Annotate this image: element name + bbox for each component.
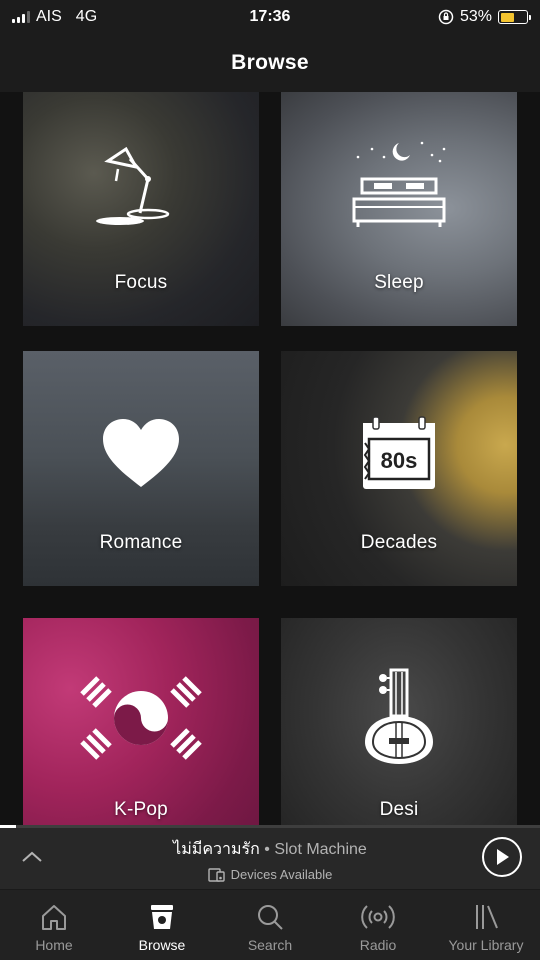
track-title: ไม่มีความรัก: [173, 841, 260, 858]
signal-strength-icon: [12, 11, 30, 23]
mini-player[interactable]: ไม่มีความรัก • Slot Machine Devices Avai…: [0, 825, 540, 889]
nav-label: Your Library: [448, 937, 524, 953]
radio-icon: [361, 905, 395, 929]
devices-label: Devices Available: [230, 867, 333, 882]
search-icon: [258, 905, 283, 930]
nav-item-home[interactable]: Home: [0, 890, 108, 960]
nav-item-browse[interactable]: Browse: [108, 890, 216, 960]
category-tile-kpop[interactable]: K-Pop: [23, 618, 259, 825]
home-icon: [42, 905, 66, 930]
nav-item-radio[interactable]: Radio: [324, 890, 432, 960]
category-label: Romance: [99, 532, 183, 553]
heart-icon: [103, 419, 179, 487]
category-label: Desi: [379, 799, 419, 820]
category-tile-decades[interactable]: 80s Decades: [281, 351, 517, 586]
desk-lamp-icon: [96, 146, 170, 225]
track-separator: •: [259, 841, 275, 858]
status-bar: AIS 4G 17:36 53%: [0, 0, 540, 34]
rotation-lock-icon: [438, 9, 454, 25]
bottom-nav: Home Browse Search Radio Your Library: [0, 889, 540, 960]
devices-icon: [207, 867, 225, 882]
nav-item-search[interactable]: Search: [216, 890, 324, 960]
play-icon: [497, 849, 509, 865]
nav-label: Radio: [359, 937, 397, 953]
playback-progress-bar: [0, 825, 540, 828]
category-tile-romance[interactable]: Romance: [23, 351, 259, 586]
category-label: Decades: [360, 532, 438, 553]
korean-flag-icon: [80, 676, 202, 760]
library-icon: [476, 905, 498, 929]
network-type: 4G: [75, 8, 98, 25]
nav-item-your-library[interactable]: Your Library: [432, 890, 540, 960]
bed-moon-icon: [352, 141, 446, 227]
calendar-80s-icon: 80s: [363, 416, 435, 489]
header: Browse: [0, 34, 540, 92]
category-label: Sleep: [374, 272, 424, 293]
sitar-icon: [365, 668, 433, 764]
now-playing-info[interactable]: ไม่มีความรัก • Slot Machine Devices Avai…: [70, 837, 470, 882]
play-button[interactable]: [482, 837, 522, 877]
page-title: Browse: [231, 51, 309, 74]
category-label: Focus: [114, 272, 168, 293]
nav-label: Home: [35, 937, 73, 953]
battery-percent: 53%: [459, 8, 492, 25]
category-tile-focus[interactable]: Focus: [23, 92, 259, 326]
carrier-name: AIS: [36, 8, 62, 25]
browse-icon: [151, 905, 173, 929]
nav-label: Search: [247, 937, 293, 953]
battery-icon: [498, 10, 531, 24]
chevron-up-icon[interactable]: [18, 845, 46, 869]
nav-label: Browse: [138, 937, 186, 953]
category-tile-desi[interactable]: Desi: [281, 618, 517, 825]
svg-text:80s: 80s: [381, 448, 418, 473]
category-label: K-Pop: [114, 799, 168, 820]
category-tile-sleep[interactable]: Sleep: [281, 92, 517, 326]
devices-available[interactable]: Devices Available: [70, 867, 470, 882]
category-grid: Focus Sleep Romance 80s Decades K-Pop De…: [0, 92, 540, 825]
track-artist: Slot Machine: [274, 841, 367, 858]
